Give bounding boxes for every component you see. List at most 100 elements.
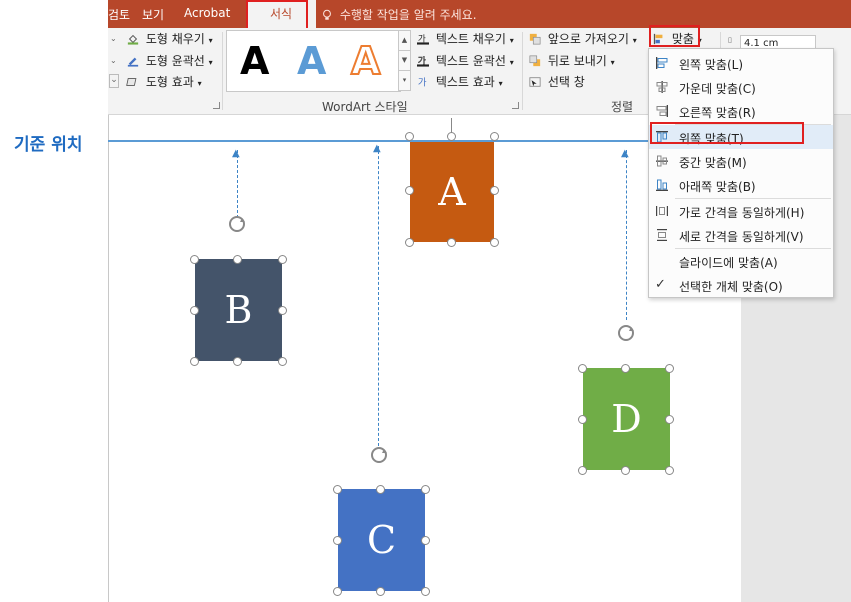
resize-handle[interactable] xyxy=(278,357,287,366)
resize-handle[interactable] xyxy=(376,587,385,596)
reference-guide-line xyxy=(108,140,648,142)
align-middle-icon xyxy=(656,155,668,167)
menu-item-align-center[interactable]: 가운데 맞춤(C) xyxy=(649,75,833,99)
shape-outline-button[interactable]: 도형 윤곽선 ▾ xyxy=(126,52,213,69)
resize-handle[interactable] xyxy=(190,357,199,366)
align-center-icon xyxy=(656,81,668,93)
resize-handle[interactable] xyxy=(578,364,587,373)
resize-handle[interactable] xyxy=(233,255,242,264)
height-icon: ▯ xyxy=(728,36,732,44)
wordart-scroll-up[interactable]: ▲ xyxy=(398,30,411,51)
resize-handle[interactable] xyxy=(665,415,674,424)
ribbon-separator xyxy=(522,32,523,110)
checkmark-icon: ✓ xyxy=(655,277,666,292)
arrow-head-c: ▲ xyxy=(373,143,381,154)
left-scroll-button[interactable]: ⌄ xyxy=(109,74,119,88)
resize-handle[interactable] xyxy=(405,186,414,195)
shape-effects-button[interactable]: 도형 효과 ▾ xyxy=(126,73,202,90)
resize-handle[interactable] xyxy=(621,364,630,373)
text-effects-button[interactable]: 가 텍스트 효과 ▾ xyxy=(416,73,503,90)
lightbulb-icon xyxy=(323,9,331,20)
shape-c[interactable]: C xyxy=(338,489,425,591)
text-outline-button[interactable]: 가 텍스트 윤곽선 ▾ xyxy=(416,52,514,69)
resize-handle[interactable] xyxy=(578,466,587,475)
menu-item-distribute-vertical[interactable]: 세로 간격을 동일하게(V) xyxy=(649,223,833,247)
shape-styles-launcher[interactable] xyxy=(213,102,220,109)
wordart-style-blue[interactable]: A xyxy=(297,39,326,83)
shape-d[interactable]: D xyxy=(583,368,670,470)
move-arrow-b xyxy=(237,150,238,218)
resize-handle[interactable] xyxy=(490,186,499,195)
paint-bucket-icon xyxy=(127,34,139,45)
arrow-head-b: ▲ xyxy=(232,148,240,159)
wordart-launcher[interactable] xyxy=(512,102,519,109)
move-arrow-c xyxy=(378,146,379,446)
resize-handle[interactable] xyxy=(190,255,199,264)
shape-effects-icon xyxy=(126,78,137,86)
tell-me-box[interactable]: 수행할 작업을 알려 주세요. xyxy=(320,6,477,23)
selection-pane-button[interactable]: 선택 창 xyxy=(528,73,585,90)
tell-me-text: 수행할 작업을 알려 주세요. xyxy=(339,8,477,22)
wordart-style-black[interactable]: A xyxy=(240,39,269,83)
resize-handle[interactable] xyxy=(405,238,414,247)
resize-handle[interactable] xyxy=(621,466,630,475)
resize-handle[interactable] xyxy=(578,415,587,424)
resize-handle[interactable] xyxy=(421,536,430,545)
distribute-vertical-icon xyxy=(657,229,667,241)
menu-item-align-to-slide[interactable]: 슬라이드에 맞춤(A) xyxy=(649,249,833,273)
arrange-group-label: 정렬 xyxy=(611,100,634,114)
resize-handle[interactable] xyxy=(333,587,342,596)
rotate-icon[interactable] xyxy=(369,445,389,465)
rotate-icon[interactable] xyxy=(227,214,247,234)
left-dropdown-arrow-2[interactable]: ⌄ xyxy=(110,56,117,65)
bring-forward-button[interactable]: 앞으로 가져오기 ▾ xyxy=(528,30,637,47)
menu-item-align-middle[interactable]: 중간 맞춤(M) xyxy=(649,149,833,173)
resize-handle[interactable] xyxy=(447,238,456,247)
move-arrow-d xyxy=(626,150,627,320)
shape-b[interactable]: B xyxy=(195,259,282,361)
wordart-more[interactable]: ▾ xyxy=(398,70,411,91)
tab-view[interactable]: 보기 xyxy=(142,6,164,23)
resize-handle[interactable] xyxy=(333,536,342,545)
resize-handle[interactable] xyxy=(665,364,674,373)
menu-item-distribute-horizontal[interactable]: 가로 간격을 동일하게(H) xyxy=(649,199,833,223)
reference-position-label: 기준 위치 xyxy=(14,135,83,155)
left-dropdown-arrow-1[interactable]: ⌄ xyxy=(110,34,117,43)
resize-handle[interactable] xyxy=(490,132,499,141)
wordart-scroll-down[interactable]: ▼ xyxy=(398,50,411,71)
selection-pane-icon xyxy=(529,77,541,87)
menu-item-align-left[interactable]: 왼쪽 맞춤(L) xyxy=(649,51,833,75)
bring-forward-icon xyxy=(529,33,541,45)
menu-item-align-bottom[interactable]: 아래쪽 맞춤(B) xyxy=(649,173,833,197)
resize-handle[interactable] xyxy=(665,466,674,475)
resize-handle[interactable] xyxy=(376,485,385,494)
menu-item-align-right[interactable]: 오른쪽 맞춤(R) xyxy=(649,99,833,123)
tab-review[interactable]: 검토 xyxy=(108,6,130,23)
resize-handle[interactable] xyxy=(405,132,414,141)
shape-a[interactable]: A xyxy=(410,142,494,242)
resize-handle[interactable] xyxy=(490,238,499,247)
resize-handle[interactable] xyxy=(333,485,342,494)
align-top-highlight xyxy=(650,122,804,144)
arrow-head-d: ▲ xyxy=(621,148,629,159)
resize-handle[interactable] xyxy=(421,587,430,596)
resize-handle[interactable] xyxy=(233,357,242,366)
text-fill-button[interactable]: 가 텍스트 채우기 ▾ xyxy=(416,30,514,47)
resize-handle[interactable] xyxy=(190,306,199,315)
text-effects-icon: 가 xyxy=(418,77,427,88)
rotate-icon[interactable] xyxy=(616,323,636,343)
wordart-group-label: WordArt 스타일 xyxy=(322,100,408,114)
text-outline-icon: 가 xyxy=(417,55,429,67)
wordart-style-orange-outline[interactable]: A xyxy=(350,38,381,84)
resize-handle[interactable] xyxy=(447,132,456,141)
send-backward-icon xyxy=(529,55,541,67)
send-backward-button[interactable]: 뒤로 보내기 ▾ xyxy=(528,52,615,69)
resize-handle[interactable] xyxy=(421,485,430,494)
resize-handle[interactable] xyxy=(278,306,287,315)
align-left-icon xyxy=(656,57,668,69)
tab-acrobat[interactable]: Acrobat xyxy=(184,6,230,20)
resize-handle[interactable] xyxy=(278,255,287,264)
shape-fill-button[interactable]: 도형 채우기 ▾ xyxy=(126,30,213,47)
align-right-icon xyxy=(656,105,668,117)
menu-item-align-selected[interactable]: ✓ 선택한 개체 맞춤(O) xyxy=(649,273,833,297)
